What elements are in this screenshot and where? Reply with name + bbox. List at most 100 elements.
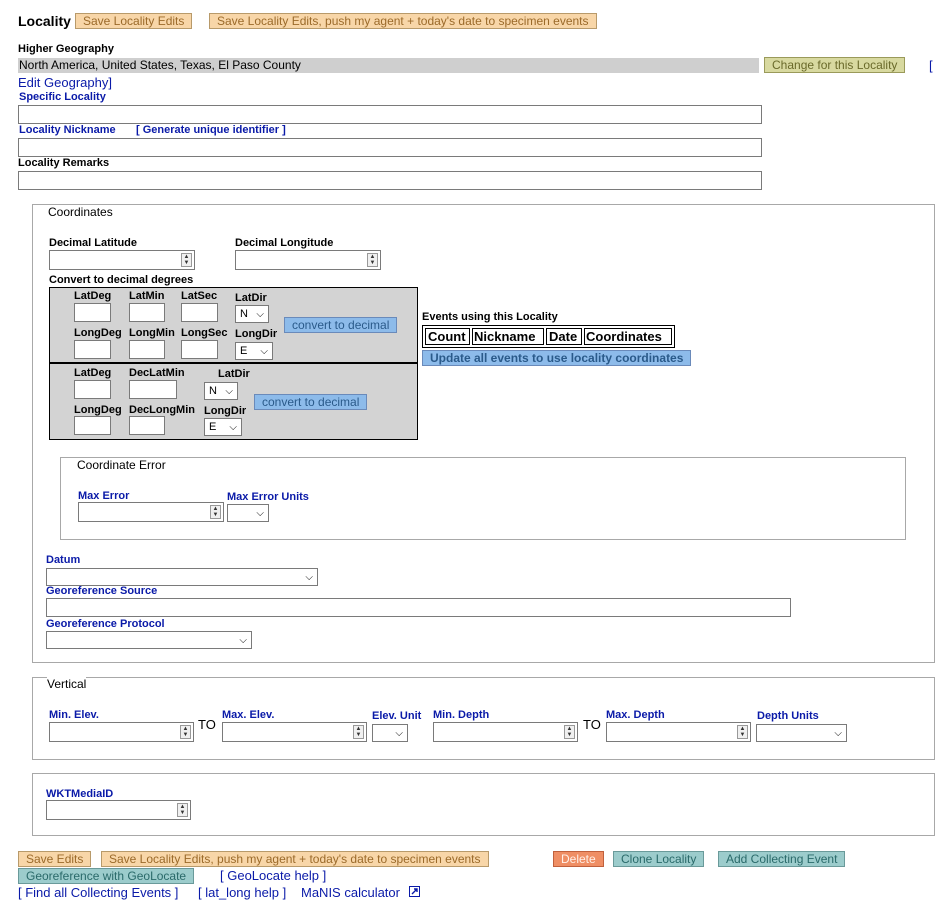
- elev-unit-select[interactable]: ⌵: [372, 724, 408, 742]
- chevron-down-icon: ⌵: [395, 728, 403, 739]
- geolocate-help-link[interactable]: [ GeoLocate help ]: [220, 868, 326, 883]
- edit-geography-bracket: [: [929, 58, 933, 73]
- dms-convert-button[interactable]: convert to decimal: [284, 317, 398, 333]
- dms-longsec-input[interactable]: [181, 340, 218, 359]
- decimal-latitude-input[interactable]: ▲ ▼: [49, 250, 195, 270]
- max-elev-label: Max. Elev.: [222, 709, 275, 721]
- ddm-declongmin-input[interactable]: [129, 416, 165, 435]
- max-depth-input[interactable]: ▲ ▼: [606, 722, 751, 742]
- ddm-declatmin-input[interactable]: [129, 380, 177, 399]
- save-locality-edits-button[interactable]: Save Locality Edits: [75, 13, 193, 29]
- dms-longdir-value: E: [240, 345, 248, 357]
- spinner-icon[interactable]: ▲ ▼: [353, 725, 364, 739]
- chevron-down-icon: ⌵: [834, 728, 842, 739]
- ddm-latdir-label: LatDir: [218, 368, 250, 380]
- georeference-protocol-select[interactable]: ⌵: [46, 631, 252, 649]
- dms-longdeg-input[interactable]: [74, 340, 111, 359]
- max-error-units-label: Max Error Units: [227, 491, 309, 503]
- max-elev-input[interactable]: ▲ ▼: [222, 722, 367, 742]
- ddm-latdir-select[interactable]: N ⌵: [204, 382, 238, 400]
- manis-calculator-link[interactable]: MaNIS calculator: [301, 885, 400, 900]
- ddm-longdeg-label: LongDeg: [74, 404, 122, 416]
- max-depth-label: Max. Depth: [606, 709, 665, 721]
- dms-latmin-input[interactable]: [129, 303, 165, 322]
- spinner-icon[interactable]: ▲ ▼: [367, 253, 378, 267]
- locality-remarks-label: Locality Remarks: [18, 157, 110, 169]
- chevron-down-icon: ⌵: [305, 572, 313, 583]
- dms-latdeg-label: LatDeg: [74, 290, 112, 302]
- add-collecting-event-button[interactable]: Add Collecting Event: [718, 851, 846, 867]
- specific-locality-label: Specific Locality: [19, 91, 106, 103]
- clone-locality-button[interactable]: Clone Locality: [613, 851, 705, 867]
- vertical-legend: Vertical: [47, 677, 87, 691]
- external-link-icon[interactable]: [409, 886, 420, 897]
- datum-label: Datum: [46, 554, 81, 566]
- chevron-down-icon: ⌵: [229, 422, 237, 433]
- ddm-latdir-value: N: [209, 385, 217, 397]
- spinner-icon[interactable]: ▲ ▼: [181, 253, 192, 267]
- dms-latsec-input[interactable]: [181, 303, 218, 322]
- chevron-down-icon: ⌵: [256, 309, 264, 320]
- dms-latdir-label: LatDir: [235, 292, 267, 304]
- max-error-units-select[interactable]: ⌵: [227, 504, 269, 522]
- events-heading: Events using this Locality: [422, 311, 558, 323]
- ddm-convert-button[interactable]: convert to decimal: [254, 394, 368, 410]
- georeference-protocol-label: Georeference Protocol: [46, 618, 165, 630]
- coordinates-legend: Coordinates: [48, 205, 113, 219]
- change-geography-button[interactable]: Change for this Locality: [764, 57, 906, 73]
- dms-longdir-select[interactable]: E ⌵: [235, 342, 273, 360]
- dms-latdir-value: N: [240, 308, 248, 320]
- depth-units-select[interactable]: ⌵: [756, 724, 847, 742]
- specific-locality-input[interactable]: [18, 105, 762, 124]
- events-col-date: Date: [546, 328, 582, 345]
- higher-geography-label: Higher Geography: [18, 43, 114, 55]
- update-events-button[interactable]: Update all events to use locality coordi…: [422, 350, 692, 366]
- min-depth-label: Min. Depth: [433, 709, 490, 721]
- spinner-icon[interactable]: ▲ ▼: [210, 505, 221, 519]
- spinner-icon[interactable]: ▲ ▼: [737, 725, 748, 739]
- min-elev-input[interactable]: ▲ ▼: [49, 722, 194, 742]
- locality-remarks-input[interactable]: [18, 171, 762, 190]
- chevron-down-icon: ⌵: [239, 635, 247, 646]
- find-all-events-link[interactable]: [ Find all Collecting Events ]: [18, 885, 178, 900]
- spinner-icon[interactable]: ▲ ▼: [180, 725, 191, 739]
- depth-units-label: Depth Units: [757, 710, 819, 722]
- min-elev-label: Min. Elev.: [49, 709, 99, 721]
- ddm-latdeg-label: LatDeg: [74, 367, 112, 379]
- lat-long-help-link[interactable]: [ lat_long help ]: [198, 885, 286, 900]
- edit-geography-link[interactable]: Edit Geography]: [18, 75, 112, 90]
- higher-geography-value: North America, United States, Texas, El …: [18, 58, 759, 73]
- footer-save-push-agent-button[interactable]: Save Locality Edits, push my agent + tod…: [101, 851, 489, 867]
- ddm-longdir-label: LongDir: [204, 405, 247, 417]
- locality-nickname-label: Locality Nickname: [19, 124, 116, 136]
- events-table: Count Nickname Date Coordinates: [422, 325, 675, 348]
- save-edits-button[interactable]: Save Edits: [18, 851, 92, 867]
- save-push-agent-button[interactable]: Save Locality Edits, push my agent + tod…: [209, 13, 597, 29]
- ddm-latdeg-input[interactable]: [74, 380, 111, 399]
- georeference-geolocate-button[interactable]: Georeference with GeoLocate: [18, 868, 195, 884]
- decimal-latitude-label: Decimal Latitude: [49, 237, 138, 249]
- generate-identifier-link[interactable]: [ Generate unique identifier ]: [136, 124, 286, 136]
- spinner-icon[interactable]: ▲ ▼: [564, 725, 575, 739]
- min-depth-input[interactable]: ▲ ▼: [433, 722, 578, 742]
- dms-latmin-label: LatMin: [129, 290, 165, 302]
- spinner-icon[interactable]: ▲ ▼: [177, 803, 188, 817]
- dms-longmin-input[interactable]: [129, 340, 165, 359]
- datum-select[interactable]: ⌵: [46, 568, 318, 586]
- dms-latdeg-input[interactable]: [74, 303, 111, 322]
- dms-latdir-select[interactable]: N ⌵: [235, 305, 269, 323]
- ddm-declongmin-label: DecLongMin: [129, 404, 195, 416]
- delete-button[interactable]: Delete: [553, 851, 604, 867]
- dms-longmin-label: LongMin: [129, 327, 175, 339]
- georeference-source-input[interactable]: [46, 598, 791, 617]
- dms-longsec-label: LongSec: [181, 327, 228, 339]
- dms-longdir-label: LongDir: [235, 328, 278, 340]
- ddm-longdeg-input[interactable]: [74, 416, 111, 435]
- events-col-coordinates: Coordinates: [584, 328, 672, 345]
- wkt-media-id-input[interactable]: ▲ ▼: [46, 800, 191, 820]
- max-error-input[interactable]: ▲ ▼: [78, 502, 224, 522]
- ddm-longdir-select[interactable]: E ⌵: [204, 418, 242, 436]
- decimal-longitude-input[interactable]: ▲ ▼: [235, 250, 381, 270]
- locality-nickname-input[interactable]: [18, 138, 762, 157]
- dms-latsec-label: LatSec: [181, 290, 218, 302]
